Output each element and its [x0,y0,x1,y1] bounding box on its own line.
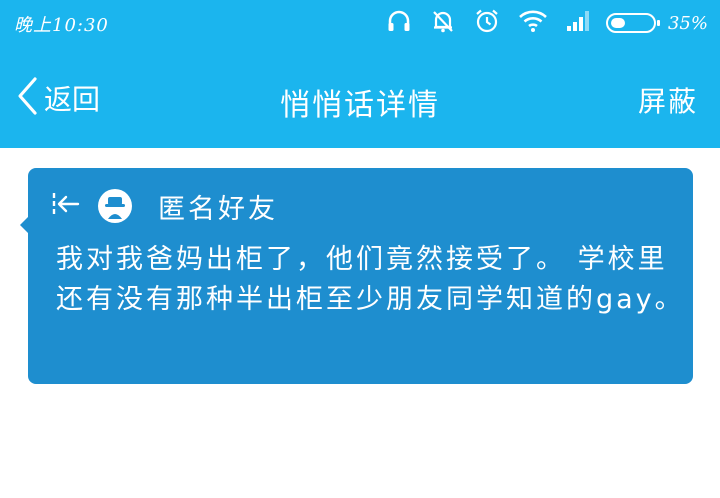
sign-in-icon[interactable] [50,188,82,224]
signal-icon [566,10,592,36]
status-time: 晚上10:30 [14,15,109,36]
bell-off-icon [430,8,456,38]
status-icons: 35% [368,9,708,37]
page-title: 悄悄话详情 [280,88,440,123]
alarm-icon [474,8,500,38]
wifi-icon [518,9,548,37]
block-button[interactable]: 屏蔽 [638,80,698,120]
top-bar: 晚上10:30 35% 返回 悄悄话详情 屏蔽 [0,0,720,148]
battery-fill [610,18,625,28]
anonymous-avatar-icon [98,189,132,223]
message-card: 匿名好友 我对我爸妈出柜了，他们竟然接受了。 学校里还有没有那种半出柜至少朋友同… [20,168,693,384]
battery-meter [605,13,660,33]
battery-percent: 35% [667,12,708,34]
headset-icon [386,8,412,38]
status-bar: 晚上10:30 35% [0,0,720,46]
navigation-bar: 返回 悄悄话详情 屏蔽 [0,46,720,148]
message-header: 匿名好友 [50,188,278,225]
battery-icon [605,13,660,33]
message-text: 我对我爸妈出柜了，他们竟然接受了。 学校里还有没有那种半出柜至少朋友同学知道的g… [56,244,685,315]
sender-name: 匿名好友 [158,193,278,225]
